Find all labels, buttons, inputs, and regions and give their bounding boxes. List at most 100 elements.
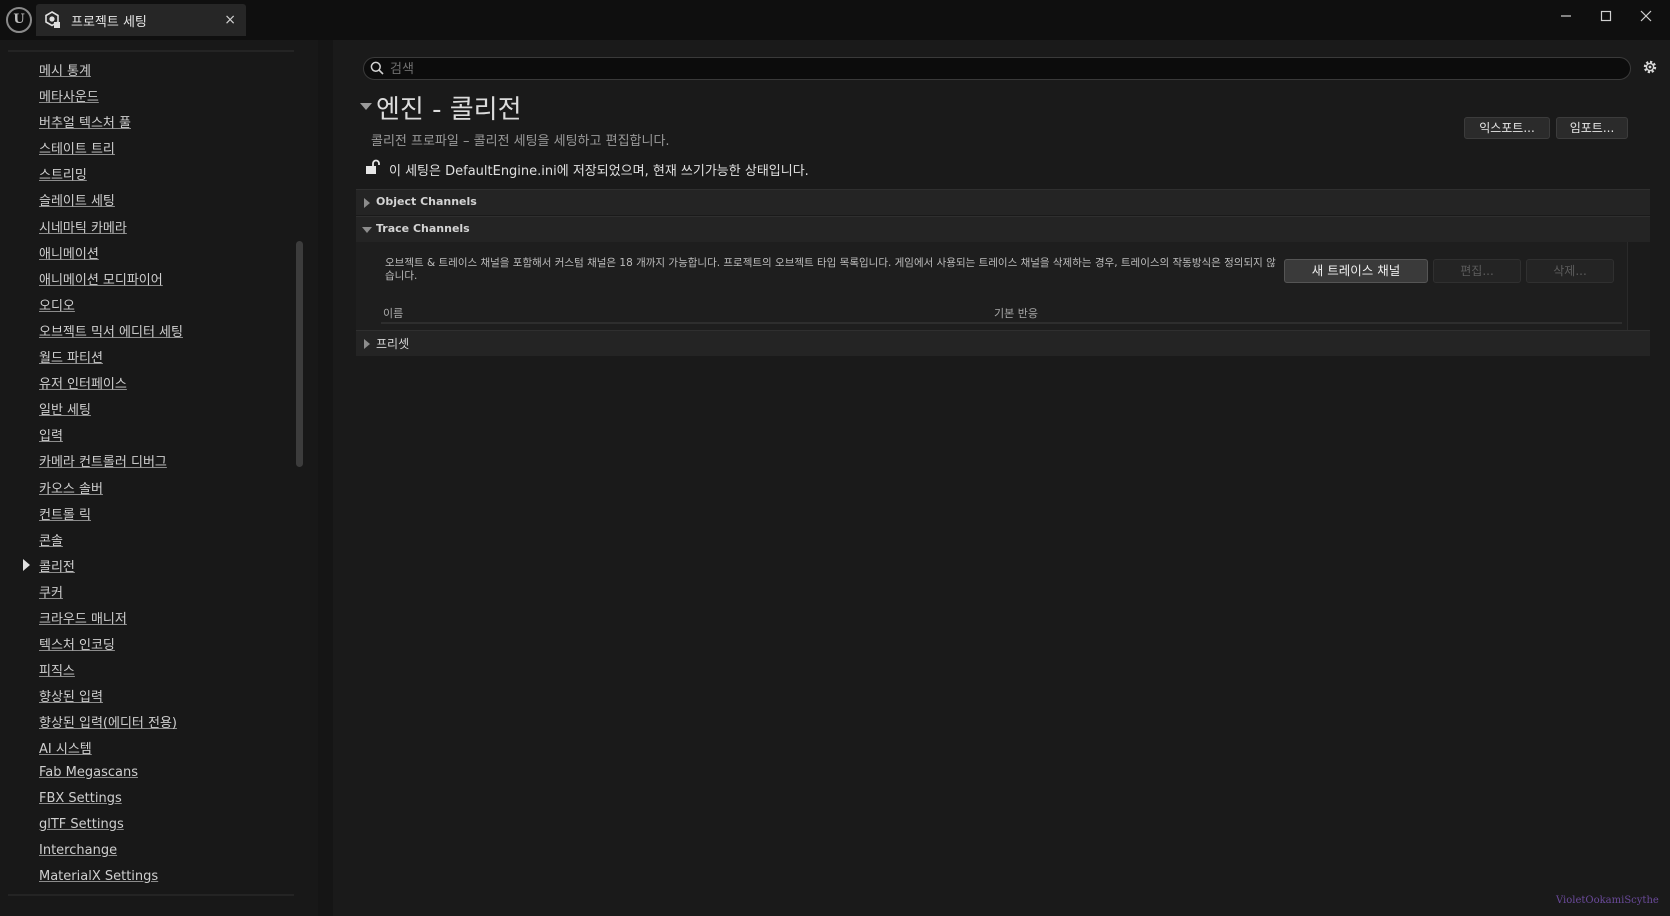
sidebar-item[interactable]: 향상된 입력(에디터 전용) [0,708,300,734]
sidebar-item-label: 카오스 솔버 [39,481,103,497]
sidebar-item-label: 입력 [39,429,63,445]
collapse-caret-icon[interactable] [360,103,372,110]
sidebar-item-label: FBX Settings [39,790,122,806]
sidebar-divider [8,50,294,52]
minimize-icon [1561,15,1571,17]
sidebar-item-label: AI 시스템 [39,742,92,758]
sidebar-item[interactable]: Interchange [0,839,300,865]
sidebar-scrollbar[interactable] [296,241,303,467]
close-tab-icon[interactable]: × [224,11,236,29]
sidebar-item[interactable]: 쿠커 [0,578,300,604]
sidebar-item[interactable]: 월드 파티션 [0,343,300,369]
sidebar-item-label: 오브젝트 믹서 에디터 세팅 [39,324,183,340]
sidebar-item-label: 텍스처 인코딩 [39,638,115,654]
sidebar-item[interactable]: 스테이트 트리 [0,134,300,160]
search-input[interactable] [390,60,1620,78]
sidebar-item[interactable]: 텍스처 인코딩 [0,630,300,656]
sidebar-item-label: 컨트롤 릭 [39,507,91,523]
sidebar-item[interactable]: 버추얼 텍스처 풀 [0,108,300,134]
sidebar-item-label: glTF Settings [39,816,124,832]
sidebar-item[interactable]: 오디오 [0,291,300,317]
sidebar-item[interactable]: 크라우드 매니저 [0,604,300,630]
export-button[interactable]: 익스포트... [1464,117,1550,139]
sidebar-item[interactable]: 시네마틱 카메라 [0,213,300,239]
search-box[interactable] [363,57,1631,80]
sidebar-list: 메시 통계 메타사운드버추얼 텍스처 풀스테이트 트리스트리밍슬레이트 세팅시네마… [0,56,300,891]
close-window-button[interactable] [1626,2,1666,30]
maximize-button[interactable] [1586,2,1626,30]
sidebar-item-label: 카메라 컨트롤러 디버그 [39,455,167,471]
sidebar-item[interactable]: 콘솔 [0,526,300,552]
sidebar-item[interactable]: 향상된 입력 [0,682,300,708]
selected-arrow-icon [23,558,30,571]
sidebar-item-label: 유저 인터페이스 [39,377,127,393]
sidebar-item[interactable]: 컨트롤 릭 [0,500,300,526]
sidebar-item-label: 향상된 입력(에디터 전용) [39,716,178,732]
config-status-message: 이 세팅은 DefaultEngine.ini에 저장되었으며, 현재 쓰기가능… [389,164,809,179]
minimize-button[interactable] [1546,2,1586,30]
category-presets[interactable]: 프리셋 [356,330,1650,356]
sidebar-item-label: 애니메이션 모디파이어 [39,272,163,288]
sidebar-item-label: MaterialX Settings [39,868,159,884]
trace-scrollbar[interactable] [1627,242,1650,330]
sidebar-item-label: 스트리밍 [39,168,87,184]
expand-arrow-icon [364,198,370,208]
gear-icon[interactable] [1641,58,1659,76]
title-bar: U 프로젝트 세팅 × [0,0,1670,40]
tab-project-settings[interactable]: 프로젝트 세팅 × [36,4,246,36]
trace-description: 오브젝트 & 트레이스 채널을 포함해서 커스텀 채널은 18 개까지 가능합니… [385,257,1276,282]
collapse-arrow-icon [362,227,372,233]
sidebar-item[interactable]: 카메라 컨트롤러 디버그 [0,447,300,473]
sidebar-item[interactable]: 카오스 솔버 [0,474,300,500]
sidebar-item[interactable]: 메타사운드 [0,82,300,108]
import-button[interactable]: 임포트... [1556,117,1628,139]
sidebar-item-label: 콜리전 [39,559,75,575]
sidebar-item[interactable]: FBX Settings [0,787,300,813]
sidebar-item[interactable]: 메시 통계 [0,56,300,82]
sidebar-item-label: 버추얼 텍스처 풀 [39,116,131,132]
sidebar-item[interactable]: Fab Megascans [0,761,300,787]
settings-sidebar: 메시 통계 메타사운드버추얼 텍스처 풀스테이트 트리스트리밍슬레이트 세팅시네마… [0,40,318,916]
delete-button[interactable]: 삭제... [1526,259,1614,283]
sidebar-item[interactable]: glTF Settings [0,813,300,839]
page-title: 엔진 - 콜리전 [376,95,522,125]
column-header-name[interactable]: 이름 [383,305,403,321]
sidebar-item[interactable]: 오브젝트 믹서 에디터 세팅 [0,317,300,343]
sidebar-item-label: 피직스 [39,664,75,680]
sidebar-item[interactable]: AI 시스템 [0,734,300,760]
sidebar-item[interactable]: 입력 [0,421,300,447]
settings-sliders-icon [45,11,60,28]
sidebar-item-label: 향상된 입력 [39,690,103,706]
sidebar-divider [8,894,294,896]
sidebar-item-label: Interchange [39,842,118,858]
sidebar-item-label: Fab Megascans [39,764,138,780]
category-label: Trace Channels [376,222,470,235]
new-trace-channel-button[interactable]: 새 트레이스 채널 [1284,259,1428,283]
edit-button[interactable]: 편집... [1433,259,1521,283]
sidebar-item[interactable]: 유저 인터페이스 [0,369,300,395]
sidebar-item-label: 월드 파티션 [39,351,103,367]
sidebar-item-label: 스테이트 트리 [39,142,115,158]
watermark: VioletOokamiScythe [1556,895,1659,906]
category-trace-channels[interactable]: Trace Channels [356,216,1650,242]
sidebar-item[interactable]: 스트리밍 [0,160,300,186]
sidebar-item-label: 콘솔 [39,533,63,549]
sidebar-item-label: 오디오 [39,298,75,314]
sidebar-item[interactable]: 피직스 [0,656,300,682]
sidebar-item-label: 시네마틱 카메라 [39,220,127,236]
sidebar-item[interactable]: MaterialX Settings [0,865,300,891]
category-label: Object Channels [376,195,477,208]
column-header-default-response[interactable]: 기본 반응 [994,305,1038,321]
unlock-icon [366,159,380,174]
sidebar-item-label: 슬레이트 세팅 [39,194,115,210]
sidebar-item-label: 애니메이션 [39,246,99,262]
sidebar-item[interactable]: 애니메이션 [0,239,300,265]
sidebar-item[interactable]: 콜리전 [0,552,300,578]
sidebar-item[interactable]: 일반 세팅 [0,395,300,421]
sidebar-item[interactable]: 애니메이션 모디파이어 [0,265,300,291]
category-label: 프리셋 [376,337,410,351]
sidebar-item[interactable]: 슬레이트 세팅 [0,186,300,212]
sidebar-item-label: 일반 세팅 [39,403,91,419]
category-object-channels[interactable]: Object Channels [356,189,1650,215]
unreal-logo-icon[interactable]: U [6,7,32,33]
